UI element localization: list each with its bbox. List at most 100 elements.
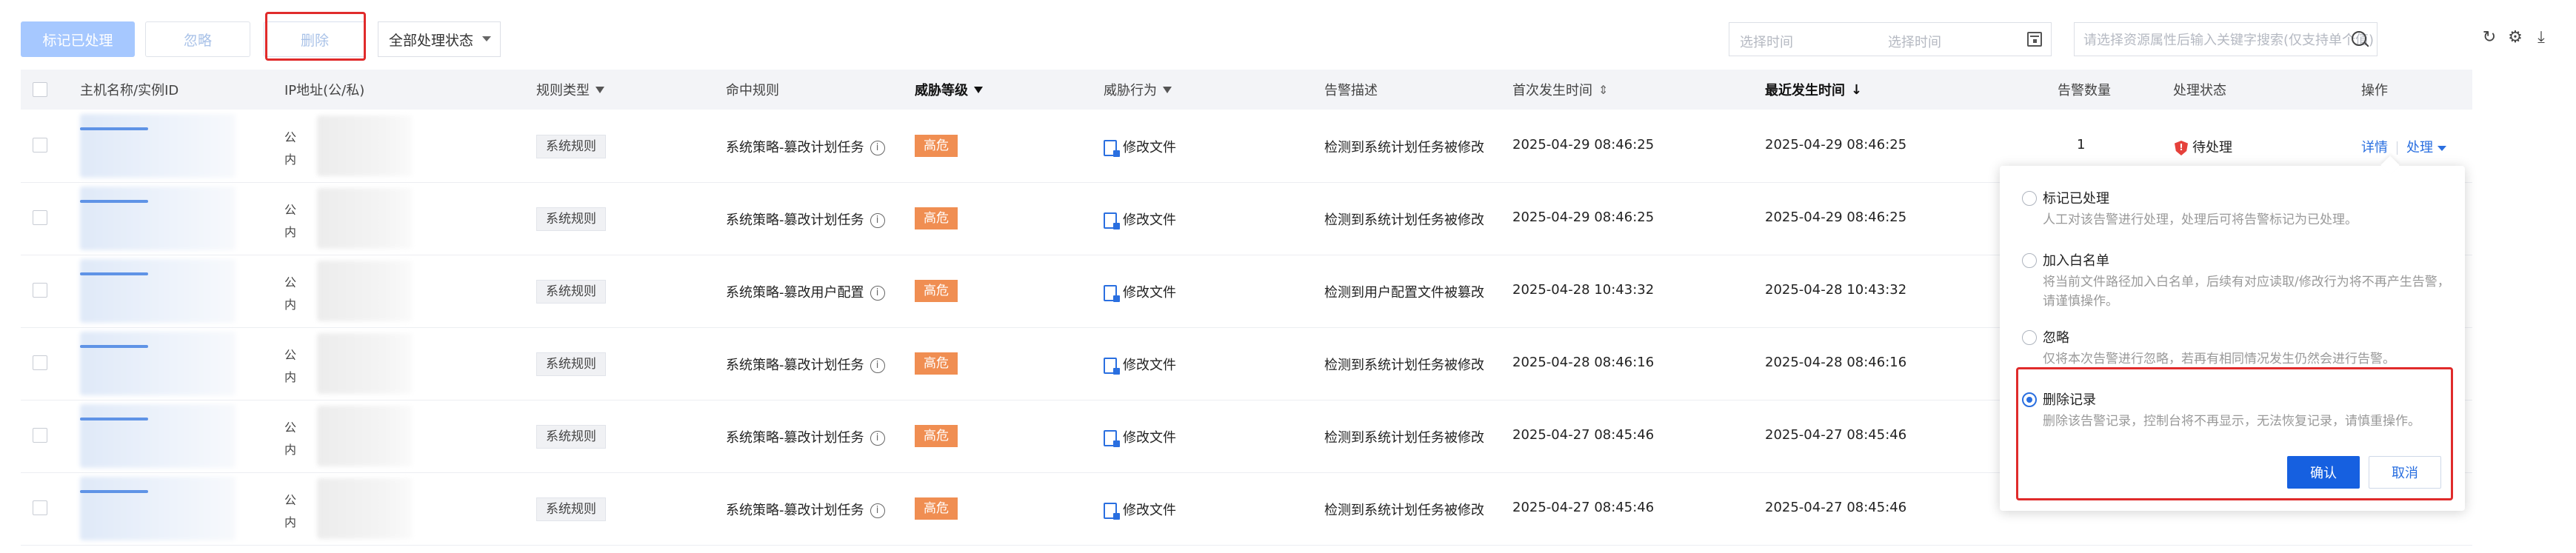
search-input[interactable]: 请选择资源属性后输入关键字搜索(仅支持单个值) [2074, 22, 2378, 56]
col-threat-level[interactable]: 威胁等级 [915, 70, 983, 110]
chevron-down-icon[interactable] [2437, 145, 2446, 151]
last-time: 2025-04-28 10:43:32 [1765, 282, 1907, 298]
row-checkbox[interactable] [33, 138, 47, 153]
radio-add-whitelist[interactable] [2022, 253, 2037, 268]
host-name-redacted[interactable] [80, 477, 236, 540]
threat-action-text: 修改文件 [1123, 358, 1176, 373]
row-checkbox[interactable] [33, 210, 47, 225]
col-rule-type-label: 规则类型 [536, 83, 590, 98]
sort-desc-icon[interactable]: ↓ [1851, 82, 1862, 98]
ignore-button[interactable]: 忽略 [145, 21, 250, 57]
row-checkbox[interactable] [33, 500, 47, 515]
row-checkbox[interactable] [33, 283, 47, 298]
col-status-label: 处理状态 [2173, 83, 2226, 98]
radio-ignore[interactable] [2022, 330, 2037, 345]
file-edit-icon [1104, 358, 1120, 375]
host-link[interactable] [80, 490, 148, 493]
first-time: 2025-04-28 08:46:16 [1512, 355, 1655, 370]
filter-icon[interactable] [1163, 86, 1172, 93]
col-threat-level-label: 威胁等级 [915, 83, 968, 98]
ip-private-label: 内 [284, 298, 297, 312]
threat-action: 修改文件 [1104, 427, 1176, 447]
threat-level-badge: 高危 [915, 207, 958, 229]
settings-icon[interactable]: ⚙ [2507, 30, 2523, 46]
col-first-time[interactable]: 首次发生时间 ⇕ [1512, 70, 1608, 110]
ip-public-label: 公 [284, 130, 297, 144]
download-icon[interactable]: ⤓ [2533, 30, 2549, 46]
search-icon[interactable] [2352, 31, 2366, 46]
hit-rule: 系统策略-篡改计划任务 i [726, 355, 885, 374]
ip-public-label: 公 [284, 203, 297, 217]
info-icon[interactable]: i [870, 141, 885, 155]
info-icon[interactable]: i [870, 213, 885, 228]
host-name-redacted[interactable] [80, 404, 236, 468]
host-link[interactable] [80, 272, 148, 275]
row-checkbox[interactable] [33, 428, 47, 443]
shield-alert-icon: ! [2175, 141, 2188, 155]
host-name-redacted[interactable] [80, 332, 236, 395]
hit-rule: 系统策略-篡改计划任务 i [726, 500, 885, 519]
rule-type-tag: 系统规则 [536, 135, 606, 158]
alert-desc: 检测到系统计划任务被修改 [1324, 358, 1484, 373]
ip-redacted [317, 406, 412, 466]
host-link[interactable] [80, 127, 148, 130]
host-name-redacted[interactable] [80, 187, 236, 250]
first-time: 2025-04-27 08:45:46 [1512, 427, 1655, 443]
col-alert-count: 告警数量 [2058, 70, 2111, 110]
status-text: 待处理 [2192, 140, 2232, 155]
handle-dropdown[interactable]: 处理 [2406, 140, 2433, 155]
detail-link[interactable]: 详情 [2361, 140, 2388, 155]
info-icon[interactable]: i [870, 286, 885, 301]
threat-level-badge: 高危 [915, 497, 958, 520]
threat-action-text: 修改文件 [1123, 285, 1176, 301]
col-ip-label: IP地址(公/私) [284, 83, 365, 98]
mark-processed-button[interactable]: 标记已处理 [21, 21, 135, 57]
host-name-redacted[interactable] [80, 114, 236, 178]
alert-desc: 检测到用户配置文件被篡改 [1324, 285, 1484, 301]
col-rule-type[interactable]: 规则类型 [536, 70, 604, 110]
col-hit-rule: 命中规则 [726, 70, 779, 110]
status-filter-select[interactable]: 全部处理状态 [378, 21, 501, 57]
info-icon[interactable]: i [870, 503, 885, 518]
option-title: 忽略 [2043, 330, 2069, 346]
select-all-checkbox[interactable] [33, 82, 47, 97]
calendar-icon[interactable] [2027, 32, 2042, 47]
radio-mark-processed[interactable] [2022, 191, 2037, 206]
ip-public-label: 公 [284, 493, 297, 507]
rule-type-tag: 系统规则 [536, 352, 606, 376]
file-edit-icon [1104, 212, 1120, 229]
col-threat-action[interactable]: 威胁行为 [1104, 70, 1172, 110]
host-name-redacted[interactable] [80, 259, 236, 323]
option-title: 加入白名单 [2043, 253, 2109, 269]
hit-rule-text: 系统策略-篡改计划任务 [726, 430, 864, 446]
alert-desc: 检测到系统计划任务被修改 [1324, 212, 1484, 228]
host-link[interactable] [80, 345, 148, 348]
ip-public-label: 公 [284, 275, 297, 289]
sort-icon[interactable]: ⇕ [1598, 83, 1608, 97]
col-last-time-label: 最近发生时间 [1765, 83, 1845, 98]
hit-rule: 系统策略-篡改计划任务 i [726, 210, 885, 229]
refresh-icon[interactable]: ↻ [2481, 30, 2497, 46]
ip-private-label: 内 [284, 515, 297, 529]
threat-action: 修改文件 [1104, 500, 1176, 520]
host-link[interactable] [80, 200, 148, 203]
host-link[interactable] [80, 418, 148, 420]
date-start-placeholder: 选择时间 [1740, 35, 1793, 50]
threat-level-badge: 高危 [915, 425, 958, 447]
col-last-time[interactable]: 最近发生时间 ↓ [1765, 70, 1862, 110]
info-icon[interactable]: i [870, 431, 885, 446]
info-icon[interactable]: i [870, 358, 885, 373]
threat-action: 修改文件 [1104, 282, 1176, 302]
ip-private-label: 内 [284, 153, 297, 167]
col-alert-desc: 告警描述 [1324, 70, 1378, 110]
date-range-picker[interactable]: 选择时间 选择时间 [1729, 22, 2052, 56]
filter-icon[interactable] [974, 86, 983, 93]
alert-desc: 检测到系统计划任务被修改 [1324, 140, 1484, 155]
last-time: 2025-04-28 08:46:16 [1765, 355, 1907, 370]
filter-icon[interactable] [595, 86, 604, 93]
row-checkbox[interactable] [33, 355, 47, 370]
first-time: 2025-04-29 08:46:25 [1512, 210, 1655, 225]
rule-type-tag: 系统规则 [536, 425, 606, 449]
option-desc: 人工对该告警进行处理，处理后可将告警标记为已处理。 [2043, 212, 2358, 227]
ip-redacted [317, 478, 412, 539]
